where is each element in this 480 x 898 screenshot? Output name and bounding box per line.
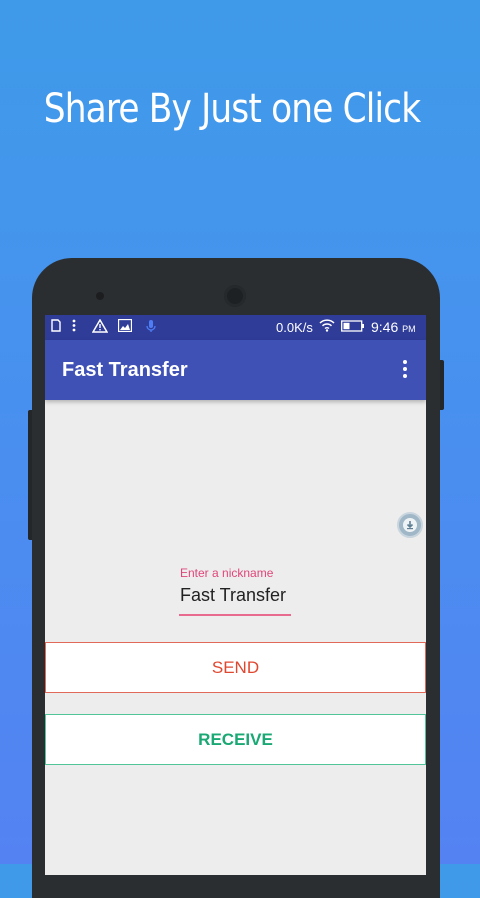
download-icon	[403, 518, 417, 532]
mic-icon	[145, 319, 157, 336]
network-speed: 0.0K/s	[276, 320, 313, 335]
send-button[interactable]: SEND	[45, 642, 426, 693]
warning-icon	[91, 318, 109, 336]
more-dots-icon	[72, 319, 76, 336]
nickname-underline	[179, 614, 291, 616]
phone-screen: 0.0K/s 9:46 PM Fast Transfer Enter a nic…	[45, 315, 426, 875]
sim-icon	[51, 319, 61, 336]
nickname-label: Enter a nickname	[180, 566, 274, 580]
promo-headline: Share By Just one Click	[43, 86, 421, 132]
phone-sensor	[96, 292, 104, 300]
floating-download-button[interactable]	[397, 512, 423, 538]
overflow-menu-icon[interactable]	[400, 358, 410, 382]
image-icon	[117, 318, 133, 336]
battery-icon	[341, 319, 365, 336]
nickname-input[interactable]: Fast Transfer	[180, 585, 286, 606]
receive-button[interactable]: RECEIVE	[45, 714, 426, 765]
time-value: 9:46	[371, 319, 399, 335]
status-bar: 0.0K/s 9:46 PM	[45, 315, 426, 340]
app-title: Fast Transfer	[62, 359, 188, 381]
wifi-icon	[319, 319, 335, 336]
status-time: 9:46 PM	[371, 319, 416, 336]
phone-camera	[224, 285, 246, 307]
app-bar: Fast Transfer	[45, 340, 426, 400]
am-pm-indicator: PM	[402, 324, 416, 334]
